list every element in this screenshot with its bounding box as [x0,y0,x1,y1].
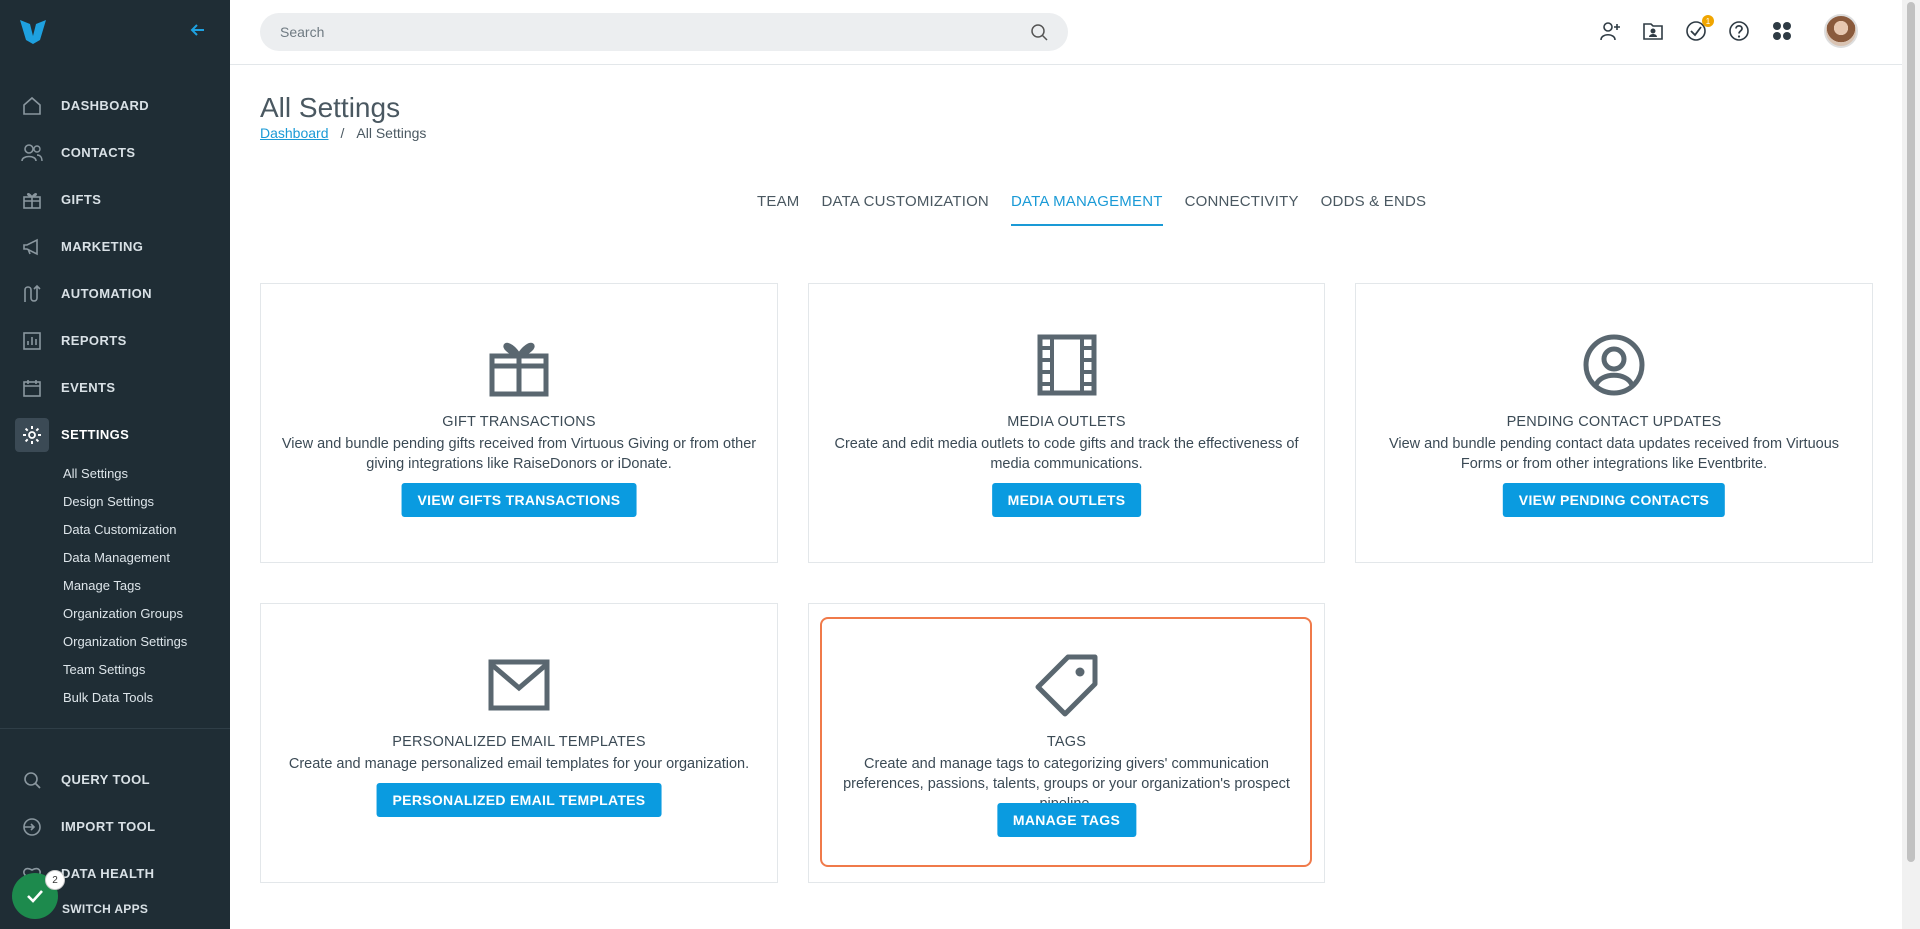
subnav-all-settings[interactable]: All Settings [63,460,230,488]
nav-label: DATA HEALTH [61,866,155,881]
personalized-email-templates-button[interactable]: PERSONALIZED EMAIL TEMPLATES [376,783,662,817]
tab-connectivity[interactable]: CONNECTIVITY [1185,193,1299,226]
nav-label: REPORTS [61,333,127,348]
breadcrumb-dashboard-link[interactable]: Dashboard [260,125,329,141]
calendar-icon [21,377,43,399]
envelope-icon [488,659,550,711]
user-circle-icon [1583,334,1645,396]
home-icon [21,95,43,117]
view-pending-contacts-button[interactable]: VIEW PENDING CONTACTS [1502,483,1726,517]
breadcrumb-current: All Settings [356,125,427,141]
card-description: View and bundle pending contact data upd… [1388,436,1840,472]
nav-label: EVENTS [61,380,116,395]
reports-icon [21,330,43,352]
nav-automation[interactable]: AUTOMATION [0,270,230,317]
subnav-organization-settings[interactable]: Organization Settings [63,628,230,656]
help-icon[interactable] [1727,19,1751,43]
card-media-outlets: MEDIA OUTLETS Create and edit media outl… [808,283,1325,563]
nav-label: DASHBOARD [61,98,150,113]
top-bar: 1 [230,0,1902,65]
subnav-organization-groups[interactable]: Organization Groups [63,600,230,628]
nav-events[interactable]: EVENTS [0,364,230,411]
nav-reports[interactable]: REPORTS [0,317,230,364]
search-bar [260,13,1068,51]
card-title: PENDING CONTACT UPDATES [1506,414,1722,430]
film-icon [1037,334,1096,396]
nav-label: GIFTS [61,192,102,207]
megaphone-icon [21,236,43,258]
subnav-team-settings[interactable]: Team Settings [63,656,230,684]
card-tags-highlight [820,617,1312,867]
add-contact-icon[interactable] [1598,19,1622,43]
top-actions: 1 [1579,14,1858,48]
nav-label: IMPORT TOOL [61,819,156,834]
sidebar-divider [0,728,230,729]
nav-label: AUTOMATION [61,286,152,301]
nav-label: CONTACTS [61,145,136,160]
nav-label: MARKETING [61,239,144,254]
virtuous-logo-icon[interactable] [20,20,46,44]
nav-label: QUERY TOOL [61,772,150,787]
settings-tabs: TEAM DATA CUSTOMIZATION DATA MANAGEMENT … [757,193,1448,226]
page-title: All Settings [260,92,401,123]
breadcrumb-separator: / [340,125,345,141]
tab-data-management[interactable]: DATA MANAGEMENT [1010,193,1163,226]
card-title: MEDIA OUTLETS [1007,414,1126,430]
card-personalized-email-templates: PERSONALIZED EMAIL TEMPLATES Create and … [260,603,778,883]
search-input[interactable] [280,24,1020,40]
media-outlets-button[interactable]: MEDIA OUTLETS [991,483,1142,517]
user-avatar[interactable] [1824,14,1858,48]
main-nav: DASHBOARD CONTACTS GIFTS MARKETING AUTOM… [0,82,230,712]
page-scrollbar[interactable] [1902,0,1920,929]
subnav-data-customization[interactable]: Data Customization [63,516,230,544]
tab-odds-and-ends[interactable]: ODDS & ENDS [1321,193,1427,226]
nav-label: SETTINGS [61,427,130,442]
gear-icon [15,417,49,452]
nav-dashboard[interactable]: DASHBOARD [0,82,230,129]
sidebar: DASHBOARD CONTACTS GIFTS MARKETING AUTOM… [0,0,230,929]
tab-data-customization[interactable]: DATA CUSTOMIZATION [821,193,989,226]
view-gifts-transactions-button[interactable]: VIEW GIFTS TRANSACTIONS [401,483,637,517]
tab-team[interactable]: TEAM [757,193,799,226]
check-icon [27,890,43,903]
apps-grid-icon[interactable] [1770,19,1794,43]
automation-icon [21,283,43,305]
settings-subnav: All Settings Design Settings Data Custom… [0,460,230,712]
query-icon [21,769,43,791]
notification-badge: 1 [1702,15,1714,27]
subnav-manage-tags[interactable]: Manage Tags [63,572,230,600]
gift-icon [21,189,43,211]
people-icon [21,142,43,164]
card-pending-contact-updates: PENDING CONTACT UPDATES View and bundle … [1355,283,1873,563]
card-description: View and bundle pending gifts received f… [281,436,757,472]
collapse-sidebar-icon[interactable] [188,20,208,40]
nav-marketing[interactable]: MARKETING [0,223,230,270]
contact-folder-icon[interactable] [1641,19,1665,43]
subnav-bulk-data-tools[interactable]: Bulk Data Tools [63,684,230,712]
card-title: PERSONALIZED EMAIL TEMPLATES [392,734,646,750]
scrollbar-thumb[interactable] [1907,2,1915,862]
card-title: GIFT TRANSACTIONS [442,414,596,430]
card-description: Create and edit media outlets to code gi… [834,436,1299,472]
card-gift-transactions: GIFT TRANSACTIONS View and bundle pendin… [260,283,778,563]
import-icon [21,816,43,838]
nav-gifts[interactable]: GIFTS [0,176,230,223]
gift-icon [489,342,549,397]
switch-apps-link[interactable]: SWITCH APPS [62,902,148,916]
nav-settings[interactable]: SETTINGS [0,411,230,458]
nav-query-tool[interactable]: QUERY TOOL [0,756,230,803]
subnav-data-management[interactable]: Data Management [63,544,230,572]
nav-import-tool[interactable]: IMPORT TOOL [0,803,230,850]
search-icon[interactable] [1030,23,1048,41]
card-description: Create and manage personalized email tem… [288,756,750,772]
breadcrumb: Dashboard / All Settings [260,125,426,141]
subnav-design-settings[interactable]: Design Settings [63,488,230,516]
task-count-badge: 2 [45,870,65,890]
nav-contacts[interactable]: CONTACTS [0,129,230,176]
tasks-check-icon[interactable]: 1 [1684,15,1714,43]
